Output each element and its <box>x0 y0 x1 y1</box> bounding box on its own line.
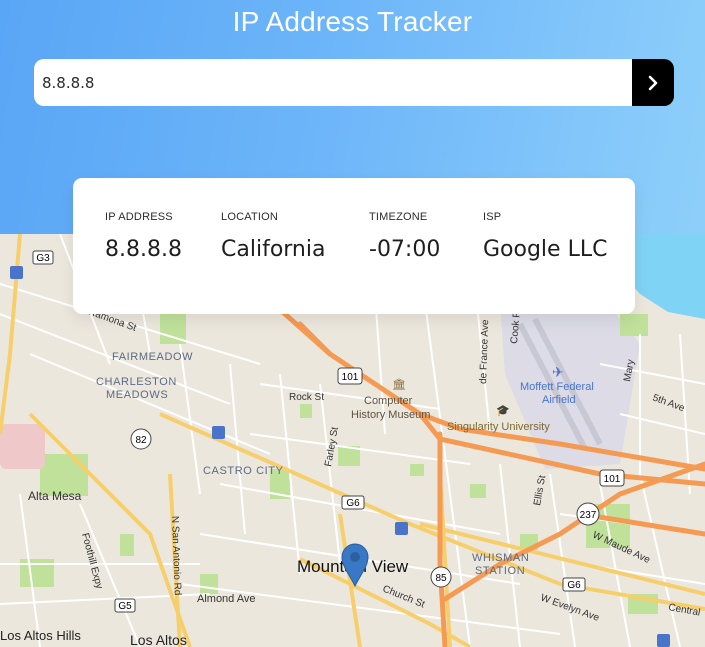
isp-value: Google LLC <box>483 237 608 262</box>
label-station: STATION <box>475 565 525 577</box>
label-charleston: CHARLESTON <box>96 376 177 388</box>
label-de-france-ave: de France Ave <box>478 319 491 384</box>
svg-text:82: 82 <box>135 435 147 446</box>
university-icon: 🎓 <box>496 404 510 417</box>
label-castro-city: CASTRO CITY <box>203 465 284 477</box>
label-rock-st: Rock St <box>289 392 324 403</box>
location-section: LOCATION California <box>221 211 325 262</box>
label-whisman: WHISMAN <box>472 552 529 564</box>
svg-text:G5: G5 <box>118 601 132 612</box>
shield-101b: 101 <box>599 469 625 487</box>
page-title: IP Address Tracker <box>232 6 473 37</box>
svg-text:101: 101 <box>342 372 359 383</box>
shield-g5: G5 <box>114 598 136 613</box>
shield-g3: G3 <box>32 250 54 265</box>
shield-82: 82 <box>130 428 152 450</box>
svg-text:237: 237 <box>580 510 597 521</box>
ip-address-section: IP ADDRESS 8.8.8.8 <box>105 211 182 262</box>
label-los-altos-hills: Los Altos Hills <box>0 628 81 643</box>
isp-section: ISP Google LLC <box>483 211 607 262</box>
label-airfield: Airfield <box>542 394 576 406</box>
shield-g6b: G6 <box>562 577 586 592</box>
svg-text:101: 101 <box>604 474 621 485</box>
svg-text:G3: G3 <box>36 253 50 264</box>
ip-address-label: IP ADDRESS <box>105 211 173 223</box>
label-computer: Computer <box>364 395 413 407</box>
label-fairmeadow: FAIRMEADOW <box>112 351 193 363</box>
ip-address-value: 8.8.8.8 <box>105 237 182 262</box>
search-bar <box>34 59 674 106</box>
location-value: California <box>221 237 326 262</box>
label-singularity: Singularity University <box>447 421 550 433</box>
shield-85: 85 <box>430 566 452 588</box>
museum-icon: 🏛 <box>392 378 406 391</box>
chevron-right-icon <box>648 75 658 90</box>
label-alta-mesa: Alta Mesa <box>28 489 82 503</box>
timezone-label: TIMEZONE <box>369 211 428 223</box>
timezone-section: TIMEZONE -07:00 <box>369 211 440 262</box>
label-history-museum: History Museum <box>351 409 430 421</box>
svg-text:85: 85 <box>435 573 447 584</box>
label-los-altos: Los Altos <box>130 632 187 647</box>
timezone-value: -07:00 <box>369 237 441 262</box>
map-hospital-area <box>0 424 45 469</box>
label-meadows: MEADOWS <box>106 389 168 401</box>
label-almond-ave: Almond Ave <box>197 593 256 605</box>
search-submit-button[interactable] <box>632 59 674 106</box>
ip-info-card: IP ADDRESS 8.8.8.8 LOCATION California T… <box>73 178 635 314</box>
svg-text:G6: G6 <box>346 498 360 509</box>
label-moffett: Moffett Federal <box>520 381 594 393</box>
shield-g6a: G6 <box>341 495 365 510</box>
shield-101a: 101 <box>337 367 363 385</box>
svg-text:G6: G6 <box>567 580 581 591</box>
page: 🏛 🎓 ✈ G3 101 82 G6 85 G5 101 237 G6 FAIR… <box>0 0 705 647</box>
shield-237: 237 <box>576 502 600 526</box>
airport-icon: ✈ <box>552 365 564 381</box>
location-label: LOCATION <box>221 211 279 223</box>
isp-label: ISP <box>483 211 502 223</box>
ip-search-input[interactable] <box>34 59 632 106</box>
